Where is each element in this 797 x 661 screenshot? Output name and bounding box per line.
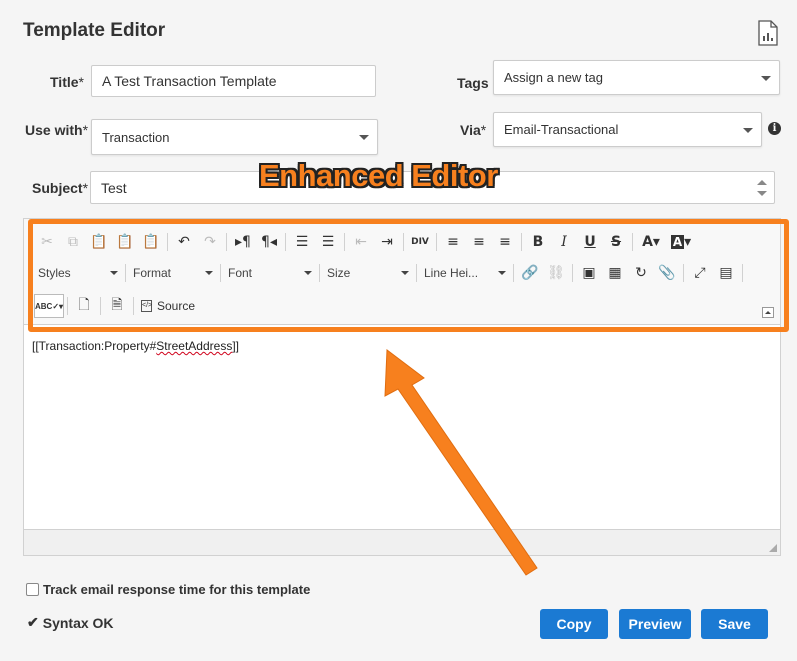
preview-button[interactable]: Preview [619,609,691,639]
syntax-status-text: Syntax OK [42,614,114,631]
syntax-status: ✔ Syntax OK [27,614,114,631]
save-button[interactable]: Save [701,609,768,639]
checkmark-icon: ✔ [27,614,39,630]
annotation-arrow-icon [384,349,538,576]
track-response-label: Track email response time for this templ… [43,582,311,597]
track-response-checkbox[interactable] [26,583,39,596]
track-response-row[interactable]: Track email response time for this templ… [26,582,310,597]
copy-button[interactable]: Copy [540,609,608,639]
annotation-banner: Enhanced Editor [259,158,498,193]
